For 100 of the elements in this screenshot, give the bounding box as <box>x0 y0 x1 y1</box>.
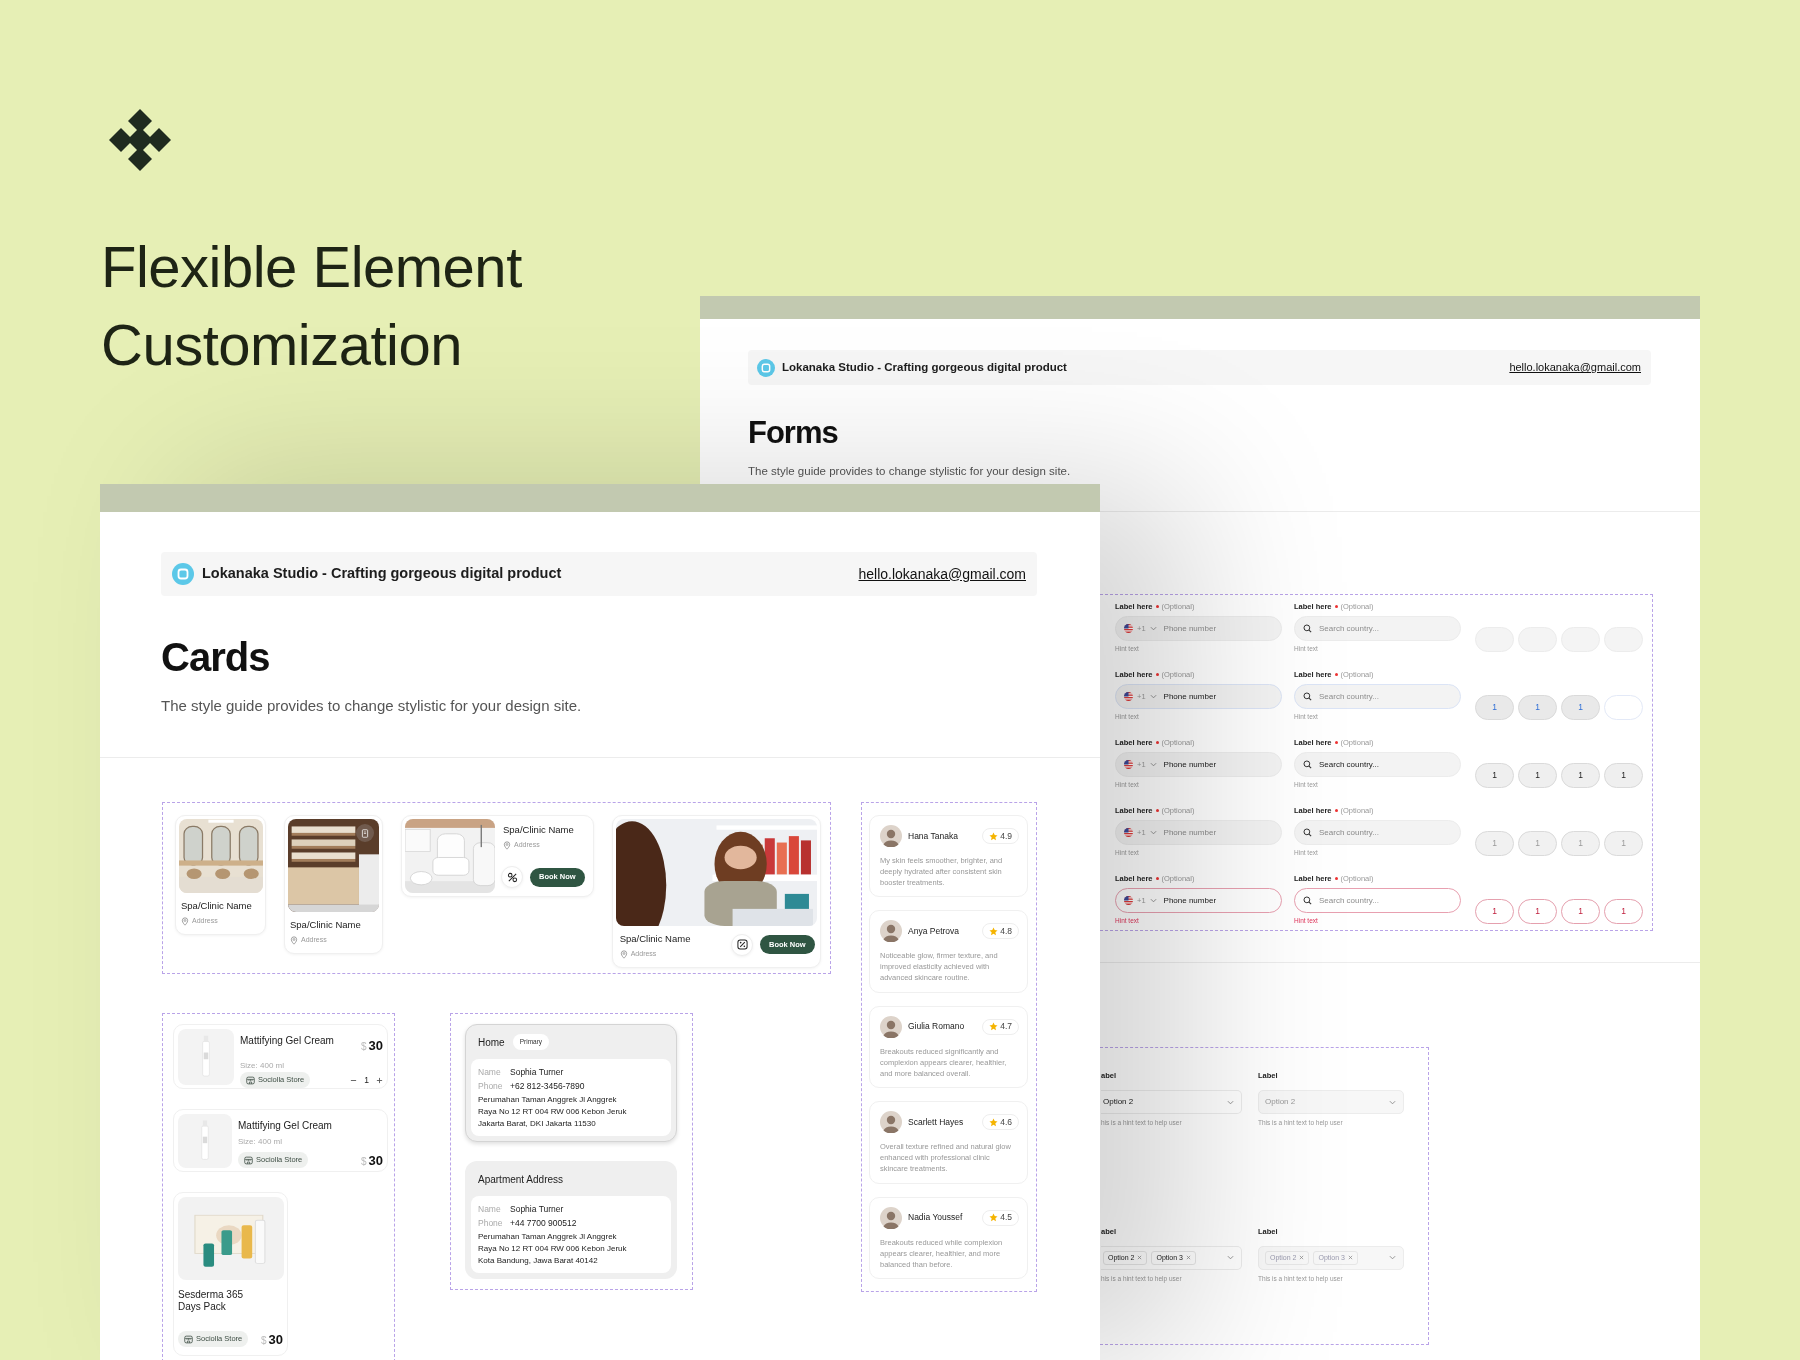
plus-icon[interactable] <box>376 1076 383 1084</box>
chevron-down-icon <box>1149 694 1157 699</box>
rating-value: 4.7 <box>1000 1020 1012 1034</box>
code-input[interactable]: 1 <box>1604 899 1643 924</box>
field-name: Phone <box>478 1080 502 1093</box>
location-pin-icon <box>181 917 189 926</box>
price: 30 <box>368 1153 383 1168</box>
email-link[interactable]: hello.lokanaka@gmail.com <box>858 563 1026 585</box>
code-input[interactable]: 1 <box>1561 763 1600 788</box>
contact-name: Sophia Turner <box>510 1066 564 1079</box>
rating-value: 4.6 <box>1000 1115 1012 1129</box>
chevron-down-icon <box>1149 830 1157 835</box>
currency-sign: $ <box>360 1156 367 1167</box>
search-icon <box>1303 760 1312 769</box>
phone-number: +44 7700 900512 <box>510 1217 577 1230</box>
studio-logo-icon <box>172 563 194 585</box>
site-title: Lokanaka Studio - Crafting gorgeous digital product <box>782 359 1068 375</box>
reviewer-name: Scarlett Hayes <box>908 1115 965 1129</box>
quantity: 1 <box>364 1073 369 1087</box>
reviewer-name: Giulia Romano <box>908 1020 966 1034</box>
clinic-name: Spa/Clinic Name <box>503 823 575 837</box>
field-name: Phone <box>478 1217 502 1230</box>
price: 30 <box>268 1332 283 1347</box>
avatar <box>880 1015 902 1038</box>
search-field[interactable]: Search country... <box>1294 684 1461 709</box>
product-name: Mattifying Gel Cream <box>240 1034 334 1048</box>
search-icon <box>1303 692 1312 701</box>
code-input[interactable]: 1 <box>1561 695 1600 720</box>
rating-value: 4.5 <box>1000 1211 1012 1224</box>
chevron-down-icon <box>1227 1099 1234 1105</box>
code-input[interactable]: 1 <box>1518 763 1557 788</box>
bookmark-icon <box>361 828 369 838</box>
flag-icon <box>1124 896 1133 905</box>
code-input[interactable]: 1 <box>1475 763 1514 788</box>
flag-icon <box>1124 692 1133 701</box>
page-subtitle: The style guide provides to change stylistic for your design site. <box>748 464 1072 479</box>
avatar <box>880 1111 902 1134</box>
site-title: Lokanaka Studio - Crafting gorgeous digital product <box>202 564 563 584</box>
rating-value: 4.9 <box>1000 829 1012 843</box>
flag-icon <box>1124 828 1133 837</box>
currency-sign: $ <box>360 1041 367 1052</box>
currency-sign: $ <box>260 1335 267 1346</box>
percent-icon <box>506 871 518 883</box>
rating-value: 4.8 <box>1000 925 1012 938</box>
store-icon <box>246 1075 255 1085</box>
chevron-down-icon <box>1149 898 1157 903</box>
search-field[interactable]: Search country... <box>1294 820 1461 845</box>
search-field[interactable]: Search country... <box>1294 888 1461 913</box>
star-icon <box>989 926 999 936</box>
coupon-button[interactable] <box>731 933 753 956</box>
clinic-name: Spa/Clinic Name <box>290 918 362 932</box>
street-address: Perumahan Taman Anggrek Jl Anggrek Raya No 12 RT 004 RW 006 Kebon Jeruk Jakarta Barat, DKI Jakarta 11530 <box>478 1094 628 1130</box>
reviewer-name: Hana Tanaka <box>908 829 959 843</box>
address-title: Home <box>478 1035 505 1050</box>
page-subtitle: The style guide provides to change stylistic for your design site. <box>161 696 583 716</box>
chevron-down-icon <box>1149 626 1157 631</box>
product-size: Size: 400 ml <box>238 1136 284 1148</box>
street-address: Perumahan Taman Anggrek Jl Anggrek Raya No 12 RT 004 RW 006 Kebon Jeruk Kota Bandung, Jawa Barat 40142 <box>478 1231 628 1267</box>
code-input[interactable]: 1 <box>1475 899 1514 924</box>
select-field[interactable]: Option 2 <box>1101 1090 1242 1114</box>
chevron-down-icon <box>1227 1255 1234 1261</box>
contact-name: Sophia Turner <box>510 1203 564 1216</box>
code-input[interactable]: 1 <box>1518 899 1557 924</box>
coupon-icon <box>736 939 748 951</box>
chevron-down-icon <box>1149 762 1157 767</box>
avatar <box>880 825 902 847</box>
code-input[interactable]: 1 <box>1518 695 1557 720</box>
page-title: Forms <box>748 414 839 452</box>
chevron-down-icon <box>1389 1099 1396 1105</box>
email-link[interactable]: hello.lokanaka@gmail.com <box>1509 359 1641 376</box>
code-input[interactable]: 1 <box>1561 899 1600 924</box>
search-field[interactable]: Search country... <box>1294 616 1461 641</box>
remove-icon[interactable] <box>1137 1255 1143 1261</box>
price: 30 <box>368 1038 383 1053</box>
remove-icon[interactable] <box>1185 1255 1191 1261</box>
code-input[interactable]: 1 <box>1475 695 1514 720</box>
studio-logo-icon <box>757 358 775 377</box>
flag-icon <box>1124 760 1133 769</box>
search-field[interactable]: Search country... <box>1294 752 1461 777</box>
page-title: Cards <box>161 634 271 681</box>
product-name: Mattifying Gel Cream <box>238 1119 333 1133</box>
chevron-down-icon <box>1389 1255 1396 1261</box>
star-icon <box>989 831 999 841</box>
address-title: Apartment Address <box>478 1172 564 1187</box>
search-icon <box>1303 624 1312 633</box>
location-pin-icon <box>503 841 511 850</box>
headline: Flexible Element Customization <box>101 233 522 379</box>
search-icon <box>1303 828 1312 837</box>
field-name: Name <box>478 1066 502 1079</box>
store-icon <box>244 1155 253 1165</box>
star-icon <box>989 1213 999 1223</box>
reviewer-name: Nadia Youssef <box>908 1211 964 1224</box>
clinic-name: Spa/Clinic Name <box>619 932 692 946</box>
address-card[interactable]: Apartment Address Name Sophia Turner Phone +44 7700 900512 Perumahan Taman Anggrek Jl Anggrek Raya No 12 RT 004 RW 006 Kebon Jeruk Kota Bandung, Jawa Barat 40142 <box>465 1161 677 1279</box>
phone-number: +62 812-3456-7890 <box>510 1080 585 1093</box>
store-icon <box>184 1334 193 1344</box>
logo-icon <box>107 107 173 173</box>
discount-button[interactable] <box>501 866 523 888</box>
code-input[interactable] <box>1604 695 1643 720</box>
code-input[interactable]: 1 <box>1604 763 1643 788</box>
